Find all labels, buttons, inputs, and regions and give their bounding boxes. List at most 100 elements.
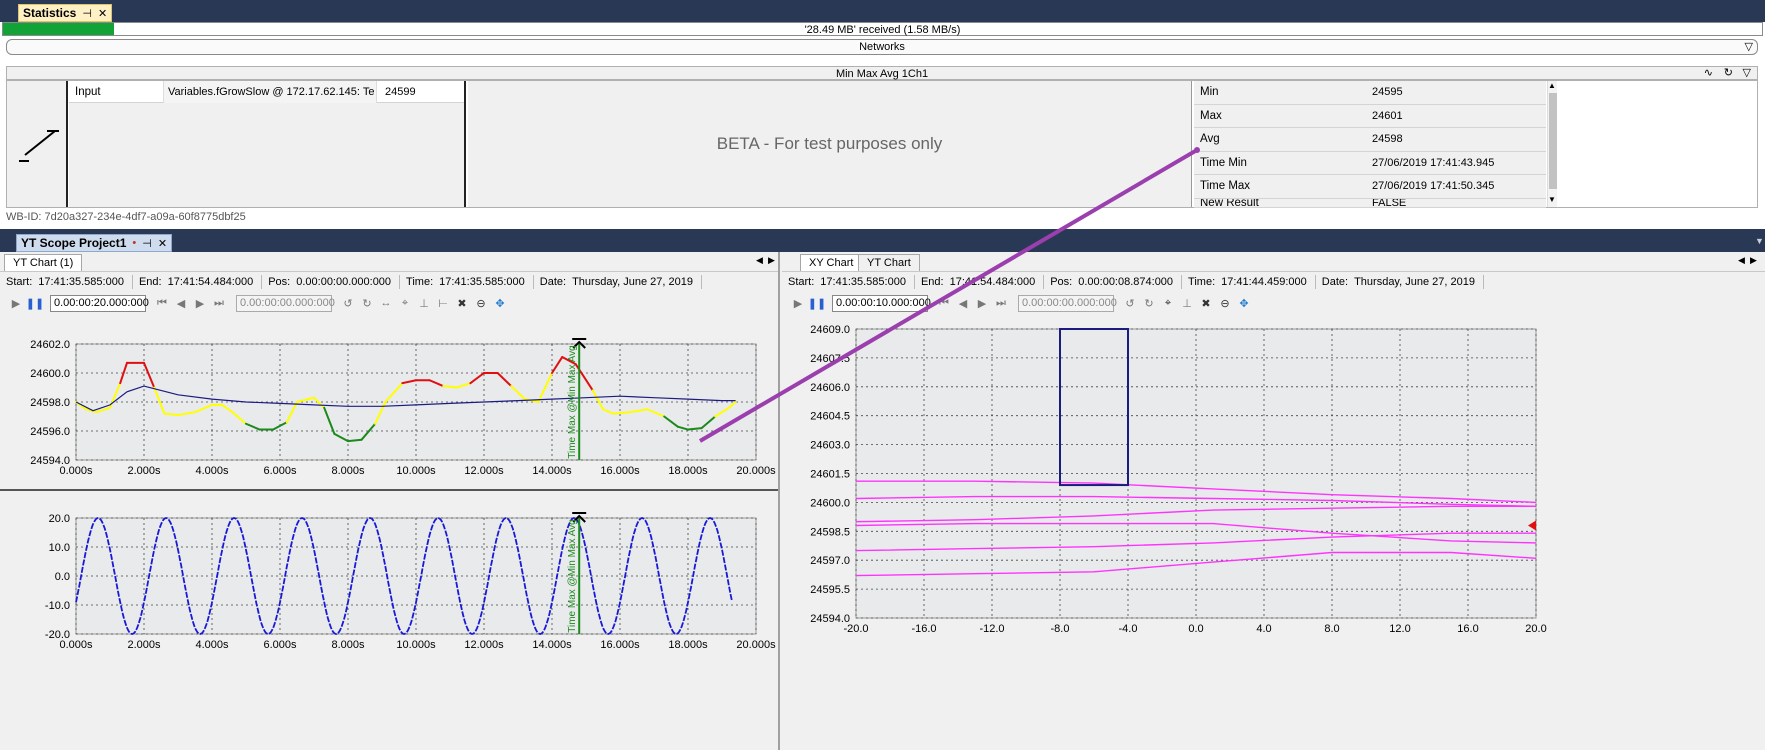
result-value: 27/06/2019 17:41:43.945 <box>1372 156 1495 169</box>
next-icon[interactable]: ▶ <box>974 295 990 311</box>
last-icon[interactable]: ⏭ <box>211 295 227 311</box>
result-value: 24601 <box>1372 109 1403 122</box>
link-icon[interactable]: ∿ <box>1704 66 1713 80</box>
results-scrollbar[interactable]: ▲ ▼ <box>1547 81 1557 207</box>
redo-icon[interactable]: ↻ <box>1141 295 1157 311</box>
tab-scroll-left-icon[interactable]: ◀ <box>1738 255 1745 266</box>
prev-icon[interactable]: ◀ <box>173 295 189 311</box>
crosshair-icon[interactable]: ⌖ <box>1160 295 1176 311</box>
close-icon[interactable]: ✕ <box>98 7 107 20</box>
scrollbar-thumb[interactable] <box>1549 93 1557 189</box>
first-icon[interactable]: ⏮ <box>936 295 952 311</box>
filter-icon-2[interactable]: ▽ <box>1743 66 1751 80</box>
position-input[interactable]: 0.00:00:00.000:000 <box>236 294 335 312</box>
x-tick-label: 2.000s <box>127 639 161 651</box>
y-tick-label: 24600.0 <box>810 497 850 509</box>
xy-chart[interactable]: -20.0 -16.0 -12.0 -8.0 -4.0 0.0 4.0 8.0 12.0 16.0… <box>782 318 1765 750</box>
y-tick-label: 0.0 <box>55 571 70 583</box>
pause-icon[interactable]: ❚❚ <box>808 295 826 311</box>
result-name: Time Max <box>1200 180 1251 193</box>
tab-yt-chart-1[interactable]: YT Chart (1) <box>4 254 83 271</box>
scroll-up-icon[interactable]: ▲ <box>1548 81 1556 90</box>
x-tick-label: 14.000s <box>532 465 572 477</box>
fit-all-icon[interactable]: ✥ <box>492 295 508 311</box>
x-tick-label: -16.0 <box>911 623 936 635</box>
x-tick-label: 4.0 <box>1256 623 1271 635</box>
zoom-max-icon[interactable]: ⊖ <box>1217 295 1233 311</box>
undo-icon[interactable]: ↺ <box>1122 295 1138 311</box>
beta-area: BETA - For test purposes only <box>468 81 1192 207</box>
y-tick-label: 24603.0 <box>810 440 850 452</box>
networks-header[interactable]: Networks ▽ <box>6 39 1758 55</box>
tab-scroll-right-icon[interactable]: ▶ <box>1750 255 1757 266</box>
last-icon[interactable]: ⏭ <box>993 295 1009 311</box>
minmax-function-block: Input Variables.fGrowSlow @ 172.17.62.14… <box>6 80 1758 208</box>
result-row: Time Min 27/06/2019 17:41:43.945 <box>1194 152 1546 175</box>
y-tick-label: 24598.5 <box>810 526 850 538</box>
right-info-bar: Start: 17:41:35.585:000 End: 17:41:54.484:… <box>788 273 1490 291</box>
play-icon[interactable]: ▶ <box>8 295 24 311</box>
pin-icon[interactable]: ⊣ <box>82 7 92 20</box>
timespan-input[interactable]: 0.00:00:20.000:000 <box>50 294 149 312</box>
x-tick-label: 12.0 <box>1389 623 1410 635</box>
chart-splitter[interactable] <box>0 489 778 491</box>
x-tick-label: 8.000s <box>331 639 365 651</box>
play-icon[interactable]: ▶ <box>790 295 806 311</box>
pan-horizontal-icon[interactable]: ↔ <box>378 295 394 311</box>
dropdown-arrow-icon[interactable]: ▼ <box>1755 236 1764 246</box>
delete-cursor-icon[interactable]: ✖ <box>454 295 470 311</box>
modified-dot-icon: • <box>132 237 137 249</box>
cursor-x-icon[interactable]: ⊥ <box>416 295 432 311</box>
tab-statistics-label: Statistics <box>23 6 77 20</box>
x-tick-label: 6.000s <box>263 639 297 651</box>
tab-scroll-left-icon[interactable]: ◀ <box>756 255 763 266</box>
x-tick-label: 18.000s <box>668 639 708 651</box>
prev-icon[interactable]: ◀ <box>955 295 971 311</box>
input-variable-select[interactable]: Variables.fGrowSlow @ 172.17.62.145: Te <box>163 80 377 103</box>
tab-statistics[interactable]: Statistics ⊣ ✕ <box>18 4 113 22</box>
tab-yt-chart[interactable]: YT Chart <box>858 254 920 271</box>
time-marker-label: Time Max @Min Max Avg <box>567 345 578 459</box>
tab-xy-chart[interactable]: XY Chart <box>800 254 863 271</box>
y-tick-label: 24604.5 <box>810 411 850 423</box>
pause-icon[interactable]: ❚❚ <box>26 295 44 311</box>
x-tick-label: 20.0 <box>1525 623 1546 635</box>
x-tick-label: 4.000s <box>195 465 229 477</box>
first-icon[interactable]: ⏮ <box>154 295 170 311</box>
minmax-header: Min Max Avg 1Ch1 ∿ ↻ ▽ <box>6 66 1758 80</box>
input-label: Input <box>75 85 101 98</box>
pin-icon[interactable]: ⊣ <box>142 237 152 250</box>
pos-value: 0.00:00:08.874:000 <box>1078 276 1174 288</box>
yt-chart-top[interactable]: 0.000s 2.000s 4.000s 6.000s 8.000s 10.000s 12.… <box>0 318 778 488</box>
y-tick-label: 24597.0 <box>810 555 850 567</box>
position-input[interactable]: 0.00:00:00.000:000 <box>1018 294 1117 312</box>
cursor-x-icon[interactable]: ⊥ <box>1179 295 1195 311</box>
x-tick-label: 12.000s <box>464 639 504 651</box>
scroll-down-icon[interactable]: ▼ <box>1548 195 1556 204</box>
result-value: 24595 <box>1372 86 1403 99</box>
time-label: Time: <box>1188 276 1216 288</box>
close-icon[interactable]: ✕ <box>158 237 167 250</box>
y-tick-label: 24607.5 <box>810 353 850 365</box>
zoom-max-icon[interactable]: ⊖ <box>473 295 489 311</box>
tab-scroll-right-icon[interactable]: ▶ <box>768 255 775 266</box>
delete-cursor-icon[interactable]: ✖ <box>1198 295 1214 311</box>
tab-yt-scope[interactable]: YT Scope Project1 • ⊣ ✕ <box>16 234 173 252</box>
undo-icon[interactable]: ↺ <box>340 295 356 311</box>
timespan-input[interactable]: 0.00:00:10.000:000 <box>832 294 931 312</box>
divider <box>782 271 1765 272</box>
refresh-icon[interactable]: ↻ <box>1724 66 1733 80</box>
minmax-function-icon <box>19 130 59 162</box>
x-tick-label: -8.0 <box>1051 623 1070 635</box>
filter-icon[interactable]: ▽ <box>1745 40 1753 54</box>
time-value: 17:41:35.585:000 <box>439 276 525 288</box>
redo-icon[interactable]: ↻ <box>359 295 375 311</box>
next-icon[interactable]: ▶ <box>192 295 208 311</box>
cursor-y-icon[interactable]: ⊢ <box>435 295 451 311</box>
right-pane: XY Chart YT Chart ◀ ▶ Start: 17:41:35.585… <box>782 252 1765 750</box>
crosshair-icon[interactable]: ⌖ <box>397 295 413 311</box>
yt-chart-bottom[interactable]: 0.000s 2.000s 4.000s 6.000s 8.000s 10.000s 12.… <box>0 492 778 667</box>
divider <box>0 271 778 272</box>
x-tick-label: 8.0 <box>1324 623 1339 635</box>
fit-all-icon[interactable]: ✥ <box>1236 295 1252 311</box>
